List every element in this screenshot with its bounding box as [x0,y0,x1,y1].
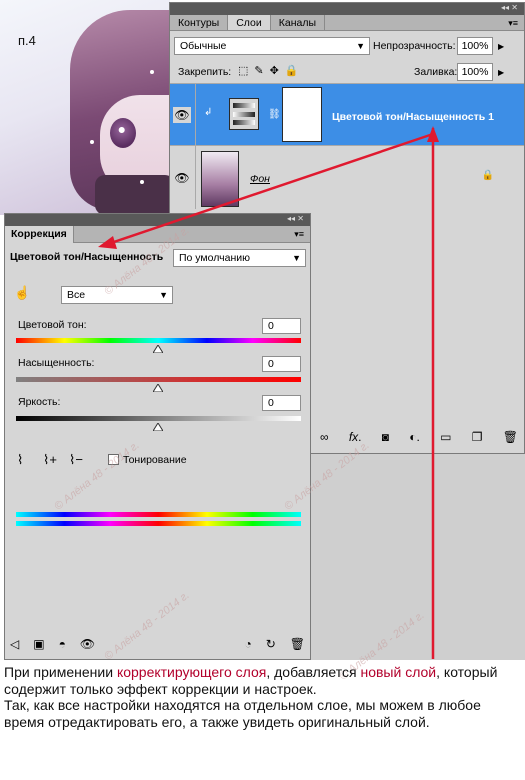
new-adjustment-icon[interactable]: ◐. [409,430,420,450]
saturation-input[interactable]: 0 [262,356,301,372]
snowflake [150,70,154,74]
layer-name[interactable]: Фон [250,173,270,185]
caption-text: , добавляется [266,664,361,680]
delete-layer-icon[interactable]: 🗑 [503,430,518,450]
toggle-visibility-icon[interactable]: 👁 [80,637,95,653]
opacity-input[interactable]: 100% [457,37,493,55]
new-layer-icon[interactable]: ❐ [472,430,483,450]
caption-highlight: корректирующего слоя [116,664,267,680]
expand-view-icon[interactable]: ▣ [33,637,44,653]
adjustments-tabs: Коррекция ▾≡ [5,226,310,243]
fill-dropdown-icon[interactable]: ▶ [498,68,504,77]
chevron-down-icon: ▼ [159,290,168,300]
panel-titlebar[interactable]: ◂◂ ✕ [170,3,524,15]
lightness-slider-track[interactable] [16,416,301,421]
panel-menu-icon[interactable]: ▾≡ [294,226,304,243]
thumb-bar [233,112,255,117]
preset-select[interactable]: По умолчанию ▼ [173,249,306,267]
visibility-eye-icon[interactable]: 👁 [173,107,191,123]
lightness-slider-thumb[interactable] [152,422,164,432]
empty-workspace [311,454,525,660]
opacity-label: Непрозрачность: [373,40,456,52]
lightness-input[interactable]: 0 [262,395,301,411]
lock-position-icon[interactable]: ✥ [270,64,279,77]
tab-adjustments[interactable]: Коррекция [5,226,74,243]
chevron-down-icon: ▼ [356,41,365,51]
snowflake [140,180,144,184]
adjustments-panel: ◂◂ ✕ Коррекция ▾≡ Цветовой тон/Насыщенно… [4,213,311,660]
target-adjust-icon[interactable]: ☝ [14,285,30,301]
background-thumbnail [201,151,239,207]
preset-value: По умолчанию [179,252,251,264]
tab-paths[interactable]: Контуры [170,15,229,30]
slider-thumb-shape [152,344,164,354]
explanation-caption: При применении корректирующего слоя, доб… [4,664,519,730]
layer-mask-thumbnail[interactable] [282,87,322,142]
saturation-slider-track[interactable] [16,377,301,382]
lock-transparency-icon[interactable]: ⬚ [238,64,248,77]
lightness-label: Яркость: [18,396,61,408]
caption-highlight: новый слой [360,664,437,680]
background-artwork: п.4 [0,0,170,215]
fill-label: Заливка: [414,66,458,78]
eyedropper-icon[interactable]: ⌇ [17,452,23,468]
lock-icon: 🔒 [481,170,494,181]
saturation-label: Насыщенность: [18,357,95,369]
collapse-icon[interactable]: ◂◂ ✕ [501,3,518,12]
clip-arrow-icon: ↲ [204,107,213,118]
fill-input[interactable]: 100% [457,63,493,81]
collapse-icon[interactable]: ◂◂ ✕ [287,214,304,223]
adjustments-bottom-toolbar: ◁ ▣ ◓ 👁 ◔ ↻ 🗑 [10,637,305,653]
layer-row-adjustment[interactable]: 👁 ↲ ⛓ Цветовой тон/Насыщенность 1 [170,83,524,145]
opacity-dropdown-icon[interactable]: ▶ [498,42,504,51]
channel-value: Все [67,289,86,301]
step-label: п.4 [18,33,36,48]
layer-name[interactable]: Цветовой тон/Насыщенность 1 [332,111,494,123]
delete-adjustment-icon[interactable]: 🗑 [290,637,305,653]
hue-slider-thumb[interactable] [152,344,164,354]
new-group-icon[interactable]: ▭ [440,430,451,450]
row-divider [195,84,196,145]
artwork-eye [110,118,136,148]
tab-layers[interactable]: Слои [228,15,271,30]
layers-bottom-toolbar: ∞ fx. ◙ ◐. ▭ ❐ 🗑 [320,430,518,450]
tab-channels[interactable]: Каналы [271,15,326,30]
back-arrow-icon[interactable]: ◁ [10,637,19,653]
output-spectrum-bar [16,521,301,526]
slider-thumb-shape [152,422,164,432]
layer-row-background[interactable]: 👁 Фон 🔒 [170,145,524,209]
lock-buttons: ⬚ ✎ ✥ 🔒 [238,64,299,77]
slider-thumb-shape [152,383,164,393]
thumb-bar [233,120,255,125]
blend-mode-value: Обычные [180,40,227,52]
eyedropper-plus-icon[interactable]: ⌇+ [43,452,57,468]
link-layers-icon[interactable]: ∞ [320,430,329,450]
lock-all-icon[interactable]: 🔒 [285,64,299,77]
row-divider [195,146,196,209]
caption-paragraph: Так, как все настройки находятся на отде… [4,697,481,730]
chain-link-icon[interactable]: ⛓ [268,109,281,120]
adjustment-thumbnail [229,98,259,130]
caption-text: При применении [4,664,117,680]
add-mask-icon[interactable]: ◙ [382,430,389,450]
artwork-scarf [95,175,170,215]
visibility-eye-icon[interactable]: 👁 [173,170,191,186]
reset-icon[interactable]: ↻ [266,637,276,653]
eyedropper-minus-icon[interactable]: ⌇− [69,452,83,468]
chevron-down-icon: ▼ [292,253,301,263]
saturation-slider-thumb[interactable] [152,383,164,393]
clip-layer-icon[interactable]: ◓ [59,637,66,653]
panel-titlebar[interactable]: ◂◂ ✕ [5,214,310,226]
layers-tabs: Контуры Слои Каналы ▾≡ [170,15,524,31]
panel-menu-icon[interactable]: ▾≡ [508,15,524,30]
hue-input[interactable]: 0 [262,318,301,334]
view-previous-icon[interactable]: ◔ [244,637,251,653]
hue-slider-track[interactable] [16,338,301,343]
blend-mode-select[interactable]: Обычные ▼ [174,37,370,55]
snowflake [90,140,94,144]
lock-label: Закрепить: [178,66,232,78]
thumb-bar [233,103,255,108]
lock-pixels-icon[interactable]: ✎ [254,64,263,77]
hue-label: Цветовой тон: [18,319,87,331]
